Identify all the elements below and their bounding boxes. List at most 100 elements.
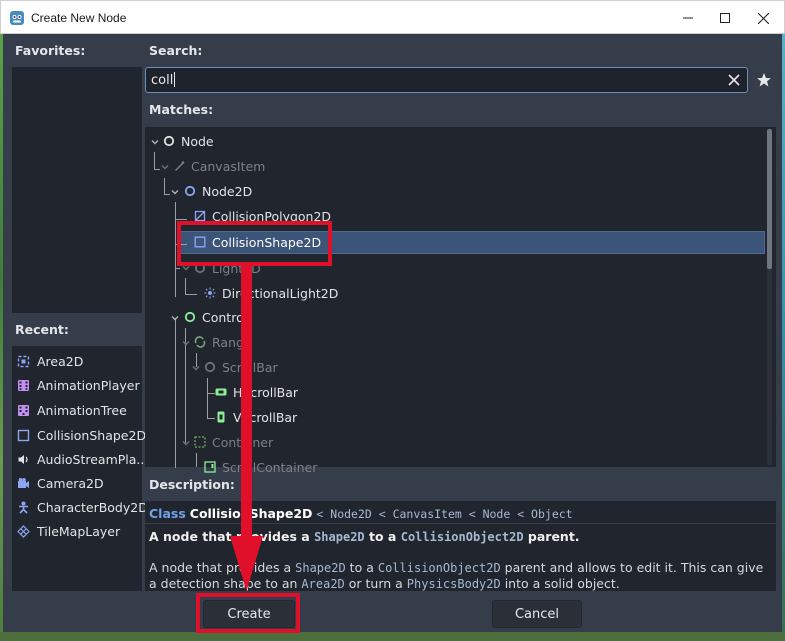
tree-guide-line [207, 378, 208, 418]
tree-item-node2d[interactable]: Node2D [184, 179, 252, 203]
cancel-button[interactable]: Cancel [492, 600, 582, 628]
tree-item-scroll-container[interactable]: ScrollContainer [204, 455, 317, 479]
chevron-down-icon[interactable] [191, 363, 201, 373]
godot-app-icon [10, 11, 24, 25]
tree-guide-line [175, 268, 180, 269]
tree-item-label: Node [181, 133, 214, 149]
chevron-down-icon[interactable] [170, 187, 180, 197]
recent-item-character-body[interactable]: CharacterBody2D [16, 496, 148, 518]
tree-item-control[interactable]: Control [184, 305, 247, 329]
tree-item-label: VScrollBar [233, 409, 298, 425]
tree-guide-line [175, 318, 176, 468]
class-link[interactable]: CollisionObject2D [378, 561, 501, 575]
node-icon [163, 135, 175, 147]
tree-item-label: HScrollBar [233, 384, 299, 400]
recent-item-label: CharacterBody2D [37, 499, 148, 515]
tree-item-label: DirectionalLight2D [222, 285, 339, 301]
tree-item-label: CanvasItem [191, 158, 266, 174]
favorite-star-icon[interactable] [756, 72, 772, 88]
tree-item-container[interactable]: Container [194, 430, 273, 454]
recent-item-label: AnimationTree [37, 402, 127, 418]
recent-item-animation-tree[interactable]: AnimationTree [16, 399, 127, 421]
recent-item-audio-stream[interactable]: AudioStreamPla... [16, 448, 148, 470]
tree-item-vscrollbar[interactable]: VScrollBar [215, 405, 297, 429]
recent-item-label: TileMapLayer [37, 523, 121, 539]
text-caret [174, 72, 176, 87]
tree-item-label: Control [202, 309, 248, 325]
tree-item-scrollbar[interactable]: ScrollBar [204, 355, 278, 379]
chevron-down-icon[interactable] [181, 438, 191, 448]
tree-item-range[interactable]: Range [194, 330, 252, 354]
tree-item-hscrollbar[interactable]: HScrollBar [215, 380, 298, 404]
favorites-header: Favorites: [15, 43, 86, 58]
clear-search-icon[interactable] [726, 72, 742, 88]
recent-item-collision-shape[interactable]: CollisionShape2D [16, 424, 146, 446]
tree-guide-line [154, 152, 155, 169]
animation-player-icon [16, 378, 30, 392]
camera2d-icon [16, 476, 30, 490]
chevron-down-icon[interactable] [150, 137, 160, 147]
description-divider [145, 523, 776, 524]
character-body-icon [16, 500, 30, 514]
close-window-button[interactable] [741, 6, 785, 30]
tree-item-label: Container [212, 434, 274, 450]
tilemap-layer-icon [16, 524, 30, 538]
recent-item-area2d[interactable]: Area2D [16, 350, 83, 372]
chevron-down-icon[interactable] [170, 313, 180, 323]
tree-guide-line [207, 393, 215, 394]
recent-item-label: AudioStreamPla... [37, 451, 149, 467]
recent-item-label: AnimationPlayer [37, 377, 140, 393]
tree-item-label: Node2D [202, 183, 253, 199]
tree-item-node[interactable]: Node [163, 129, 214, 153]
class-line: Class CollisionShape2D < Node2D < Canvas… [149, 506, 573, 521]
container-icon [194, 436, 206, 448]
vscrollbar-icon [215, 411, 227, 423]
collision-shape-icon [16, 428, 30, 442]
recent-item-camera2d[interactable]: Camera2D [16, 472, 104, 494]
chevron-down-icon[interactable] [160, 162, 170, 172]
directional-light-icon [204, 287, 216, 299]
scroll-container-icon [204, 461, 216, 473]
tree-guide-line [185, 278, 186, 294]
class-link[interactable]: PhysicsBody2D [407, 577, 501, 591]
area2d-icon [16, 354, 30, 368]
window-title: Create New Node [31, 11, 127, 25]
tree-guide-line [185, 294, 197, 295]
recent-item-tilemap-layer[interactable]: TileMapLayer [16, 520, 120, 542]
tree-item-label: ScrollBar [222, 359, 278, 375]
maximize-icon [720, 13, 730, 23]
range-icon [194, 336, 206, 348]
window-titlebar: Create New Node [0, 0, 785, 34]
audio-stream-icon [16, 452, 30, 466]
recent-item-label: CollisionShape2D [37, 427, 147, 443]
class-link[interactable]: Area2D [301, 577, 344, 591]
class-link[interactable]: Shape2D [314, 530, 365, 544]
recent-item-animation-player[interactable]: AnimationPlayer [16, 374, 140, 396]
tree-guide-line [164, 178, 165, 194]
description-header: Description: [149, 477, 235, 492]
tree-guide-line [175, 202, 176, 297]
tree-guide-line [207, 418, 215, 419]
tree-item-label: Range [212, 334, 252, 350]
tree-item-directional-light[interactable]: DirectionalLight2D [204, 281, 338, 305]
chevron-down-icon[interactable] [181, 338, 191, 348]
class-link[interactable]: CollisionObject2D [401, 530, 524, 544]
hscrollbar-icon [215, 386, 227, 398]
tree-scrollbar-thumb[interactable] [767, 129, 772, 269]
control-icon [184, 311, 196, 323]
highlight-box-create [196, 593, 300, 633]
class-link[interactable]: Shape2D [295, 561, 346, 575]
class-inheritance[interactable]: < Node2D < CanvasItem < Node < Object [316, 507, 572, 521]
search-header: Search: [149, 43, 203, 58]
full-description: A node that provides a Shape2D to a Coll… [149, 560, 764, 591]
tree-guide-line [175, 219, 187, 220]
node2d-icon [184, 185, 196, 197]
description-panel: Class CollisionShape2D < Node2D < Canvas… [145, 501, 776, 591]
favorites-list[interactable] [12, 67, 142, 313]
tree-guide-line [196, 453, 197, 467]
search-input[interactable]: coll [145, 67, 748, 93]
recent-header: Recent: [15, 322, 69, 337]
tree-item-canvasitem[interactable]: CanvasItem [173, 154, 265, 178]
class-name[interactable]: CollisionShape2D [190, 506, 313, 521]
class-keyword: Class [149, 506, 186, 521]
